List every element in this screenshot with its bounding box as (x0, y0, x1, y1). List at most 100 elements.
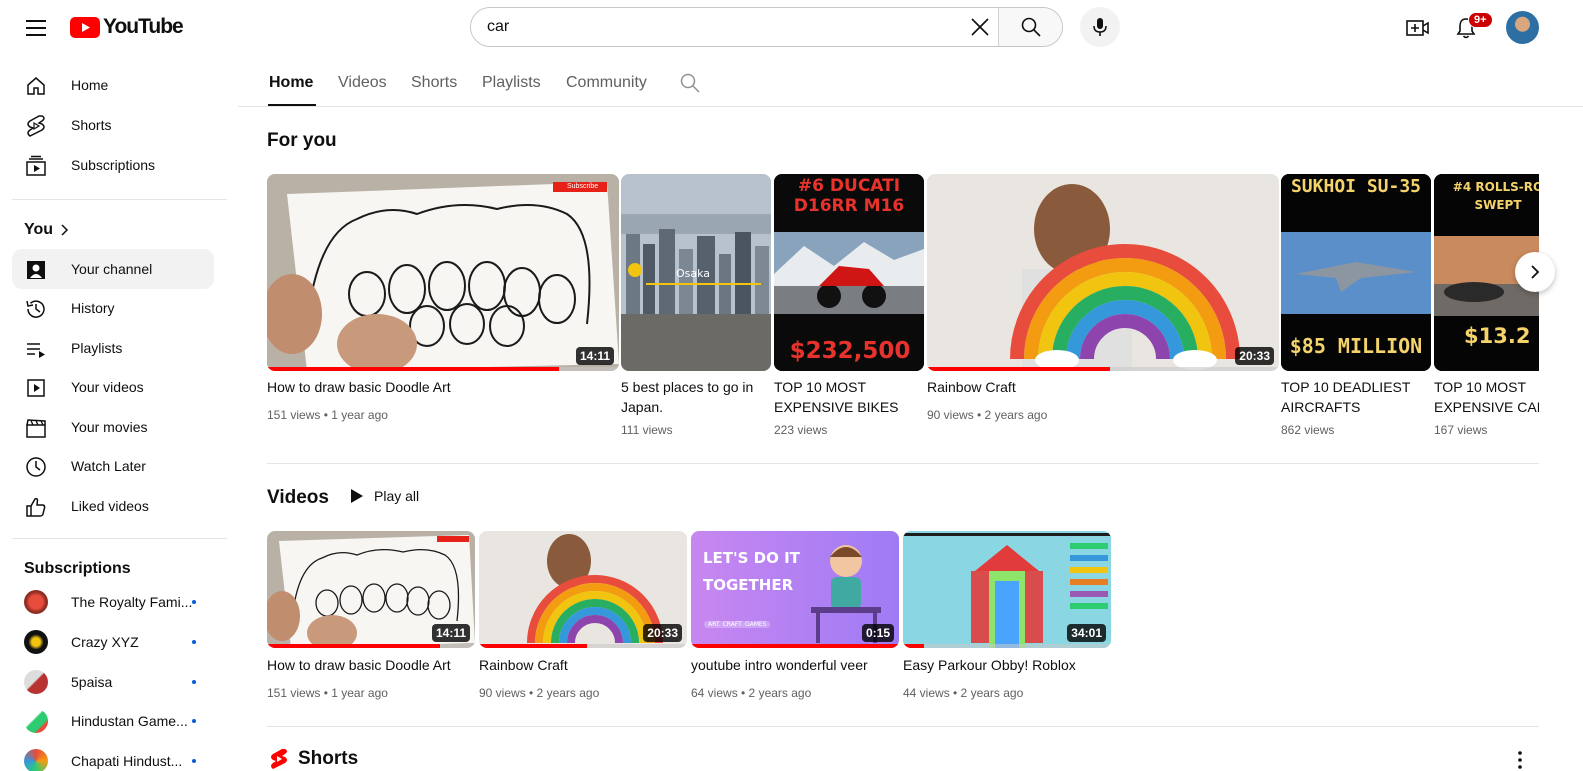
notifications-button[interactable]: 9+ (1448, 10, 1493, 46)
play-all-label: Play all (374, 488, 420, 504)
video-title[interactable]: 5 best places to go in Japan. (621, 377, 771, 417)
sidebar-item-label: Crazy XYZ (71, 634, 139, 650)
video-thumbnail[interactable]: LET'S DO IT TOGETHER ART. CRAFT. GAMES 0… (691, 531, 899, 648)
sidebar-subscription-item[interactable]: Hindustan Game... (12, 701, 214, 741)
tab-community[interactable]: Community (566, 74, 647, 92)
notification-badge: 9+ (1468, 12, 1493, 28)
playlists-icon (24, 337, 48, 361)
youtube-logo-icon (70, 16, 100, 38)
sidebar-item-your-movies[interactable]: Your movies (12, 407, 214, 447)
logo-text: YouTube (103, 15, 184, 38)
sidebar-divider (12, 199, 227, 200)
search-button[interactable] (998, 8, 1062, 46)
video-title[interactable]: youtube intro wonderful veer (691, 655, 868, 675)
sidebar-item-label: Subscriptions (71, 157, 156, 173)
sidebar-item-your-videos[interactable]: Your videos (12, 367, 214, 407)
short-thumbnail[interactable]: #6 DUCATI D16RR M16 $232,500 (774, 174, 924, 371)
video-title[interactable]: How to draw basic Doodle Art (267, 655, 451, 675)
video-thumbnail[interactable]: 34:01 (903, 531, 1111, 648)
history-icon (24, 297, 48, 321)
more-options-icon[interactable] (1512, 750, 1528, 771)
sidebar-subscription-item[interactable]: The Royalty Fami... (12, 582, 214, 622)
new-content-dot (192, 759, 196, 763)
video-title[interactable]: Rainbow Craft (927, 377, 1279, 397)
short-thumbnail[interactable]: SUKHOI SU-35 $85 MILLION (1281, 174, 1431, 371)
shorts-section-title: Shorts (298, 748, 359, 769)
search-box (470, 7, 1063, 47)
video-meta: 167 views (1434, 423, 1488, 437)
sidebar-item-label: Home (71, 77, 109, 93)
sidebar-item-label: The Royalty Fami... (71, 594, 193, 610)
sidebar-divider (12, 538, 227, 539)
short-thumbnail[interactable]: Osaka (621, 174, 771, 371)
progress-track (903, 644, 1111, 648)
your-movies-icon (24, 416, 48, 440)
video-meta: 862 views (1281, 423, 1335, 437)
menu-icon[interactable] (18, 10, 54, 46)
channel-search-icon[interactable] (680, 73, 700, 98)
youtube-logo[interactable]: YouTube (70, 15, 184, 39)
search-input[interactable] (471, 8, 962, 46)
video-title[interactable]: Easy Parkour Obby! Roblox (903, 655, 1076, 675)
video-thumbnail[interactable]: 14:11 (267, 531, 475, 648)
watch-progress (267, 644, 440, 648)
sidebar-item-label: Watch Later (71, 458, 146, 474)
for-you-title: For you (267, 130, 337, 151)
sidebar-item-your-channel[interactable]: Your channel (12, 249, 214, 289)
section-divider (267, 726, 1539, 727)
avatar[interactable] (1506, 11, 1539, 44)
sidebar-item-liked-videos[interactable]: Liked videos (12, 486, 214, 526)
thumbnail-price-text: $85 MILLION (1289, 334, 1423, 358)
you-heading[interactable]: You (24, 221, 69, 239)
thumbnail-overlay-text: LET'S DO IT TOGETHER (703, 549, 800, 594)
video-thumbnail[interactable]: 20:33 (479, 531, 687, 648)
video-title[interactable]: TOP 10 MOST EXPENSIVE BIKES (774, 377, 924, 417)
video-title[interactable]: Rainbow Craft (479, 655, 568, 675)
carousel-next-button[interactable] (1515, 252, 1555, 292)
sidebar-subscription-item[interactable]: Crazy XYZ (12, 622, 214, 662)
sidebar-item-label: Chapati Hindust... (71, 753, 183, 769)
video-title[interactable]: TOP 10 MOST EXPENSIVE CARS (1434, 377, 1539, 417)
search-icon (1021, 17, 1041, 37)
channel-tabs: Home Videos Shorts Playlists Community (238, 56, 1583, 107)
sidebar: Home Shorts Subscriptions You Your chann… (0, 56, 228, 771)
thumbnail-overlay-text: SUKHOI SU-35 (1290, 176, 1422, 197)
tab-videos[interactable]: Videos (338, 74, 387, 92)
sidebar-item-shorts[interactable]: Shorts (12, 105, 214, 145)
play-all-button[interactable]: Play all (350, 488, 419, 504)
video-meta: 64 views • 2 years ago (691, 686, 812, 700)
tab-home[interactable]: Home (269, 74, 313, 92)
video-thumbnail[interactable]: 20:33 (927, 174, 1279, 371)
sidebar-item-label: Your videos (71, 379, 144, 395)
duration-badge: 20:33 (1235, 347, 1274, 365)
voice-search-button[interactable] (1080, 7, 1120, 47)
section-divider (267, 463, 1539, 464)
top-bar: YouTube 9+ (0, 0, 1583, 56)
sidebar-item-label: Shorts (71, 117, 112, 133)
sidebar-item-watch-later[interactable]: Watch Later (12, 446, 214, 486)
sidebar-item-playlists[interactable]: Playlists (12, 328, 214, 368)
subscribe-watermark: Subscribe (567, 183, 599, 190)
video-thumbnail[interactable]: Subscribe 14:11 (267, 174, 619, 371)
shorts-section-header: Shorts (270, 748, 358, 770)
video-title[interactable]: TOP 10 DEADLIEST AIRCRAFTS (1281, 377, 1431, 417)
video-title[interactable]: How to draw basic Doodle Art (267, 377, 619, 397)
create-button[interactable] (1400, 10, 1436, 46)
watch-progress (479, 644, 588, 648)
play-icon (351, 489, 363, 503)
sidebar-subscription-item[interactable]: Chapati Hindust... (12, 741, 214, 771)
sidebar-item-subscriptions[interactable]: Subscriptions (12, 145, 214, 185)
duration-badge: 34:01 (1067, 624, 1106, 642)
duration-badge: 20:33 (643, 624, 682, 642)
new-content-dot (192, 680, 196, 684)
tab-playlists[interactable]: Playlists (482, 74, 541, 92)
sidebar-subscription-item[interactable]: 5paisa (12, 662, 214, 702)
sidebar-item-label: Playlists (71, 340, 123, 356)
close-icon[interactable] (962, 8, 998, 46)
sidebar-item-history[interactable]: History (12, 288, 214, 328)
tab-shorts[interactable]: Shorts (411, 74, 457, 92)
video-meta: 111 views (621, 423, 673, 437)
channel-avatar (24, 590, 48, 614)
duration-badge: 0:15 (861, 624, 894, 642)
sidebar-item-home[interactable]: Home (12, 65, 214, 105)
